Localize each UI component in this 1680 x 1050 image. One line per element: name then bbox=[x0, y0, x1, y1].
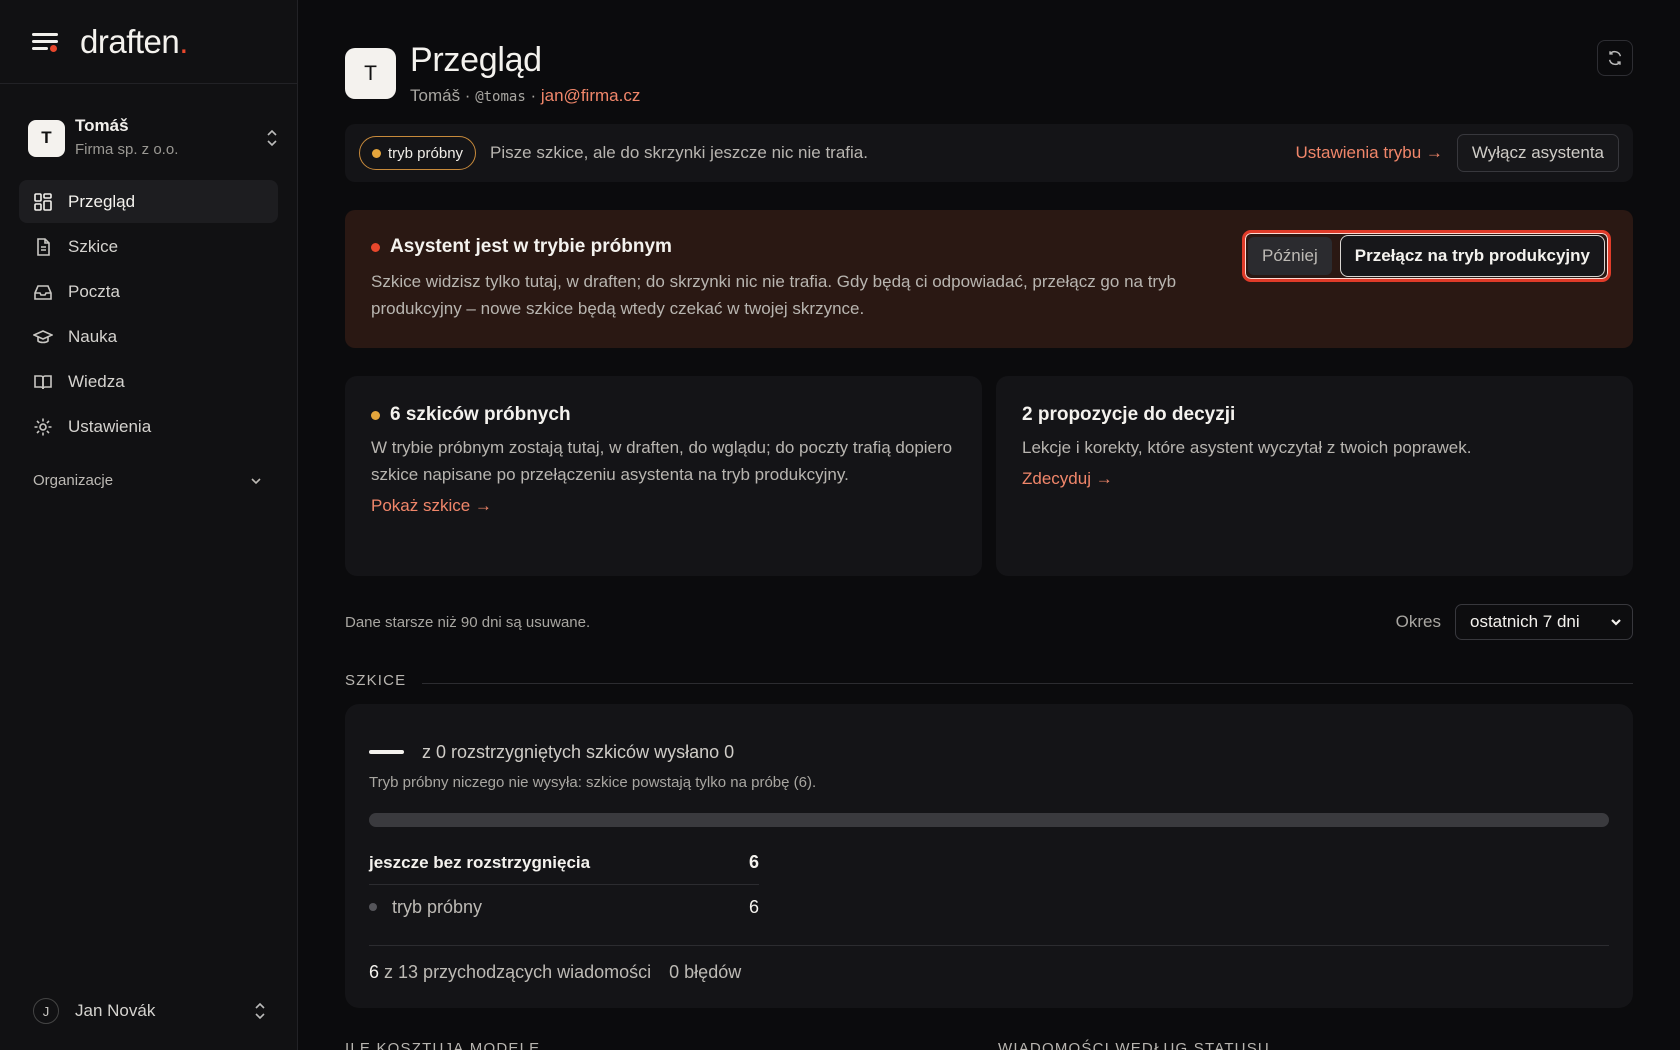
trial-row: tryb próbny 6 bbox=[369, 885, 759, 929]
organizations-toggle[interactable]: Organizacje bbox=[33, 472, 263, 489]
graduation-cap-icon bbox=[33, 329, 53, 343]
card-title-text: 6 szkiców próbnych bbox=[390, 404, 571, 425]
drafts-section-heading: SZKICE bbox=[345, 670, 1633, 690]
mode-settings-link[interactable]: Ustawienia trybu → bbox=[1295, 143, 1442, 163]
org-avatar: T bbox=[28, 119, 65, 157]
mode-bar: tryb próbny Pisze szkice, ale do skrzynk… bbox=[345, 124, 1633, 182]
nav-label: Przegląd bbox=[68, 191, 136, 211]
refresh-icon bbox=[1608, 50, 1622, 66]
header-email-link[interactable]: jan@firma.cz bbox=[541, 86, 640, 105]
separator: · bbox=[460, 86, 476, 105]
chevron-updown-icon bbox=[267, 129, 277, 147]
sent-summary-text: z 0 rozstrzygniętych szkiców wysłano 0 bbox=[422, 741, 735, 762]
model-costs-heading: ILE KOSZTUJĄ MODELE bbox=[345, 1038, 980, 1050]
header-name: Tomáš bbox=[410, 86, 461, 105]
document-icon bbox=[37, 237, 50, 256]
later-button[interactable]: Później bbox=[1247, 237, 1332, 275]
undecided-value: 6 bbox=[748, 852, 759, 872]
sidebar: draften. T Tomáš Firma sp. z o.o. Przegl… bbox=[0, 0, 298, 1050]
period-row: Dane starsze niż 90 dni są usuwane. Okre… bbox=[345, 604, 1633, 640]
chevron-down-icon bbox=[251, 477, 261, 484]
drafts-panel: z 0 rozstrzygniętych szkiców wysłano 0 T… bbox=[345, 704, 1633, 1008]
dashboard-icon bbox=[34, 192, 52, 211]
section-heading-label: ILE KOSZTUJĄ MODELE bbox=[345, 1039, 541, 1050]
menu-icon[interactable] bbox=[32, 31, 58, 53]
summary-cards: 6 szkiców próbnych W trybie próbnym zost… bbox=[345, 376, 1633, 576]
mode-description: Pisze szkice, ale do skrzynki jeszcze ni… bbox=[490, 143, 868, 162]
undecided-label: jeszcze bez rozstrzygnięcia bbox=[369, 852, 591, 872]
bottom-section-headings: ILE KOSZTUJĄ MODELE WIADOMOŚCI WEDŁUG ST… bbox=[345, 1038, 1633, 1050]
nav-item-ustawienia[interactable]: Ustawienia bbox=[19, 405, 278, 448]
main-content: T Przegląd Tomáš · @tomas · jan@firma.cz… bbox=[345, 0, 1633, 1050]
card-text: W trybie próbnym zostają tutaj, w drafte… bbox=[371, 438, 953, 484]
book-icon bbox=[34, 374, 52, 389]
card-title: 6 szkiców próbnych bbox=[371, 404, 956, 426]
refresh-button[interactable] bbox=[1597, 40, 1633, 76]
nav-item-przeglad[interactable]: Przegląd bbox=[19, 180, 278, 223]
inbox-icon bbox=[34, 284, 52, 300]
nav-label: Nauka bbox=[68, 326, 118, 346]
disable-assistant-button[interactable]: Wyłącz asystenta bbox=[1456, 134, 1619, 172]
trial-warning: Asystent jest w trybie próbnym Szkice wi… bbox=[345, 210, 1633, 348]
nav-item-wiedza[interactable]: Wiedza bbox=[19, 360, 278, 403]
sent-indicator bbox=[369, 750, 404, 754]
org-switcher[interactable]: T Tomáš Firma sp. z o.o. bbox=[28, 116, 279, 160]
decide-link[interactable]: Zdecyduj → bbox=[1022, 469, 1113, 489]
logo[interactable]: draften. bbox=[80, 23, 188, 61]
trial-note: Tryb próbny niczego nie wysyła: szkice p… bbox=[369, 774, 817, 791]
card-title: 2 propozycje do decyzji bbox=[1022, 404, 1236, 425]
sent-progress-bar bbox=[369, 813, 1609, 827]
trial-drafts-card: 6 szkiców próbnych W trybie próbnym zost… bbox=[345, 376, 982, 576]
nav-label: Ustawienia bbox=[68, 416, 152, 436]
warning-text: Szkice widzisz tylko tutaj, w draften; d… bbox=[371, 272, 1177, 318]
nav-label: Wiedza bbox=[68, 371, 125, 391]
nav-item-poczta[interactable]: Poczta bbox=[19, 270, 278, 313]
organizations-label: Organizacje bbox=[33, 472, 114, 489]
org-subtitle: Firma sp. z o.o. bbox=[75, 141, 179, 158]
warning-title-text: Asystent jest w trybie próbnym bbox=[390, 236, 672, 257]
card-text: Lekcje i korekty, które asystent wyczyta… bbox=[1022, 438, 1472, 457]
page-header: T Przegląd Tomáš · @tomas · jan@firma.cz bbox=[345, 40, 1633, 108]
incoming-summary: 6 z 13 przychodzących wiadomości 0 błędó… bbox=[369, 945, 1609, 983]
page-title: Przegląd bbox=[410, 41, 542, 79]
brand-bar: draften. bbox=[0, 0, 297, 84]
user-name: Jan Novák bbox=[75, 1001, 156, 1020]
org-name: Tomáš bbox=[75, 116, 129, 135]
chevron-updown-icon bbox=[255, 1002, 265, 1020]
messages-by-status-heading: WIADOMOŚCI WEDŁUG STATUSU bbox=[998, 1038, 1633, 1050]
user-menu[interactable]: J Jan Novák bbox=[33, 998, 267, 1024]
sent-summary: z 0 rozstrzygniętych szkiców wysłano 0 bbox=[369, 740, 1609, 764]
nav-item-szkice[interactable]: Szkice bbox=[19, 225, 278, 268]
chevron-down-icon bbox=[1611, 619, 1621, 626]
nav-label: Szkice bbox=[68, 236, 119, 256]
gear-icon bbox=[34, 418, 52, 435]
errors-count: 0 błędów bbox=[669, 962, 742, 982]
period-label: Okres bbox=[1395, 612, 1441, 631]
retention-note: Dane starsze niż 90 dni są usuwane. bbox=[345, 613, 591, 631]
separator: · bbox=[525, 86, 541, 105]
nav-label: Poczta bbox=[68, 281, 120, 301]
badge-label: tryb próbny bbox=[388, 144, 464, 162]
period-selected-value: ostatnich 7 dni bbox=[1470, 612, 1580, 631]
undecided-row: jeszcze bez rozstrzygnięcia 6 bbox=[369, 841, 759, 885]
show-drafts-link[interactable]: Pokaż szkice → bbox=[371, 496, 492, 516]
trial-label: tryb próbny bbox=[392, 896, 483, 917]
trial-value: 6 bbox=[748, 896, 759, 917]
page-subtitle: Tomáš · @tomas · jan@firma.cz bbox=[410, 86, 640, 106]
proposals-card: 2 propozycje do decyzji Lekcje i korekty… bbox=[996, 376, 1633, 576]
warning-actions: Później Przełącz na tryb produkcyjny bbox=[1241, 230, 1611, 282]
nav-item-nauka[interactable]: Nauka bbox=[19, 315, 278, 358]
drafts-status-table: jeszcze bez rozstrzygnięcia 6 tryb próbn… bbox=[369, 841, 759, 929]
user-avatar-large: T bbox=[345, 48, 396, 99]
section-heading-label: SZKICE bbox=[345, 671, 407, 689]
user-avatar: J bbox=[33, 998, 59, 1024]
section-heading-label: WIADOMOŚCI WEDŁUG STATUSU bbox=[998, 1039, 1270, 1050]
trial-mode-badge: tryb próbny bbox=[359, 136, 477, 170]
header-handle: @tomas bbox=[475, 89, 526, 105]
switch-to-production-button[interactable]: Przełącz na tryb produkcyjny bbox=[1339, 235, 1605, 277]
period-select[interactable]: ostatnich 7 dni bbox=[1455, 604, 1633, 640]
main-nav: Przegląd Szkice Poczta Nauka Wiedza Usta… bbox=[0, 180, 297, 448]
incoming-count: 6 bbox=[369, 962, 380, 982]
incoming-text: z 13 przychodzących wiadomości bbox=[384, 962, 652, 982]
